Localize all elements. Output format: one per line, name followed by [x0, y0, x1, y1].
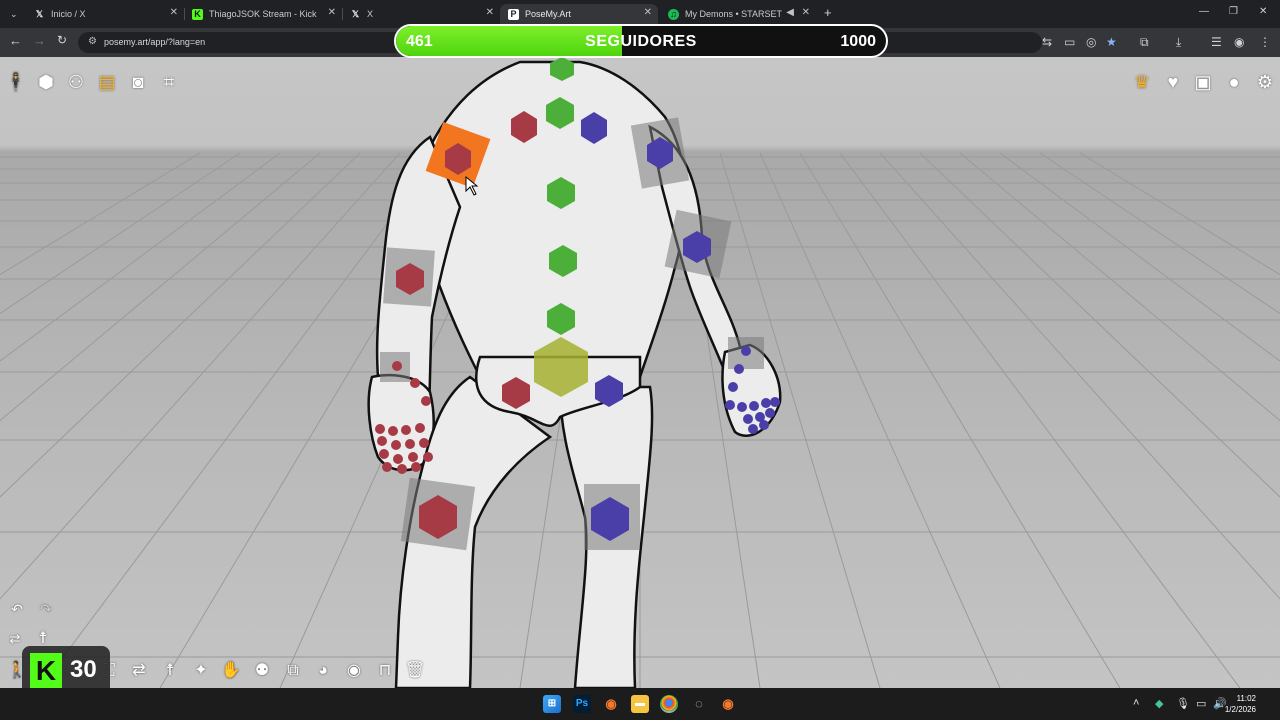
blender-icon[interactable]: ◉ — [602, 695, 620, 713]
extensions-icon[interactable]: ⧉ — [1140, 35, 1149, 50]
windows-start-icon[interactable]: ⊞ — [543, 695, 561, 713]
hide-icon[interactable]: ◎ — [1086, 35, 1096, 49]
follower-goal-label: SEGUIDORES — [585, 33, 697, 50]
figure-icon[interactable]: 🕴 — [3, 71, 29, 93]
kick-counter: 30 — [70, 656, 97, 683]
tab-kick-dashboard[interactable]: K ThiagoJSOK Stream - Kick Dash ✕ — [184, 4, 342, 24]
pose-viewport[interactable]: 🕴 ⬢ ⚇ ▤ ◙ ⌗ ♛ ♥ ▣ ● ⚙ ↶ ↷ ⇄ ☨ 🚶 ⛶ ⇄ ☨ ✦ … — [0, 57, 1280, 688]
close-window-button[interactable]: ✕ — [1259, 6, 1267, 17]
save-icon[interactable]: ▣ — [1190, 71, 1216, 93]
follower-goal-target: 1000 — [840, 33, 876, 50]
trash-icon[interactable]: 🗑 — [402, 659, 428, 683]
x-logo-icon: 𝕏 — [35, 8, 44, 19]
palette-icon[interactable]: ◕ — [310, 659, 336, 683]
kick-pose-icon[interactable]: ✦ — [188, 659, 214, 683]
kick-logo-icon: K — [30, 653, 62, 688]
download-icon[interactable]: ⤓ — [1176, 35, 1181, 50]
photoshop-icon[interactable]: Ps — [573, 695, 591, 713]
forward-button[interactable]: → — [33, 33, 46, 48]
copy-icon[interactable]: ⧉ — [280, 659, 306, 683]
tab-spotify[interactable]: ♫ My Demons • STARSET ◀ ✕ — [660, 4, 816, 24]
reload-button[interactable]: ↻ — [57, 33, 67, 47]
chrome-icon[interactable] — [660, 695, 678, 713]
settings-icon[interactable]: ⚙ — [1252, 71, 1278, 93]
system-clock[interactable]: 11:02 1/2/2026 — [1225, 693, 1256, 715]
eye-icon[interactable]: ◉ — [341, 659, 367, 683]
group-icon[interactable]: ⚉ — [249, 659, 275, 683]
speaker-icon[interactable]: ◀ — [786, 7, 794, 18]
follower-goal-bar: 461 SEGUIDORES 1000 — [394, 24, 888, 58]
translate-icon[interactable]: ⇆ — [1042, 35, 1052, 49]
redo-icon[interactable]: ↷ — [33, 597, 59, 621]
tray-chevron-up-icon[interactable]: ˄ — [1133, 697, 1139, 709]
clock-date: 1/2/2026 — [1224, 705, 1256, 714]
kick-logo-icon: K — [192, 8, 203, 20]
tab-inicio[interactable]: 𝕏 Inicio / X ✕ — [26, 4, 184, 24]
crop-icon[interactable]: ⌗ — [156, 71, 182, 93]
tray-app-icon[interactable]: ◆ — [1155, 697, 1163, 710]
export-file-icon[interactable]: ▤ — [94, 71, 120, 93]
reading-list-icon[interactable]: ☰ — [1211, 35, 1222, 49]
spotify-logo-icon: ♫ — [668, 8, 679, 20]
blender-2-icon[interactable]: ◉ — [719, 695, 737, 713]
close-icon[interactable]: ✕ — [486, 7, 494, 18]
microphone-icon[interactable]: 🎙 — [1176, 697, 1190, 710]
unlock-icon[interactable]: ⊓ — [372, 659, 398, 683]
new-tab-button[interactable]: + — [824, 5, 832, 20]
clock-time: 11:02 — [1236, 694, 1256, 703]
close-icon[interactable]: ✕ — [328, 7, 336, 18]
heart-icon[interactable]: ♥ — [1160, 71, 1186, 93]
back-button[interactable]: ← — [9, 33, 22, 48]
file-explorer-icon[interactable]: ▬ — [631, 695, 649, 713]
close-icon[interactable]: ✕ — [170, 7, 178, 18]
tab-search-button[interactable]: ⌄ — [2, 4, 26, 24]
posemyart-logo-icon: P — [508, 8, 519, 20]
tab-posemyart[interactable]: P PoseMy.Art ✕ — [500, 4, 658, 24]
user-icon[interactable]: ● — [1221, 71, 1247, 93]
x-logo-icon: 𝕏 — [351, 8, 360, 19]
camera-icon[interactable]: ◙ — [125, 71, 151, 93]
cast-icon[interactable]: ▭ — [1064, 35, 1075, 49]
undo-icon[interactable]: ↶ — [4, 597, 30, 621]
network-icon[interactable]: ▭ — [1196, 697, 1206, 710]
crown-icon[interactable]: ♛ — [1129, 71, 1155, 93]
stand-pose-icon[interactable]: ☨ — [157, 659, 183, 683]
maximize-button[interactable]: ❐ — [1229, 6, 1238, 17]
minimize-button[interactable]: — — [1199, 6, 1209, 17]
hand-icon[interactable]: ✋ — [218, 659, 244, 683]
close-icon[interactable]: ✕ — [644, 7, 652, 18]
viewport-canvas[interactable] — [0, 57, 1280, 688]
chevron-down-icon: ⌄ — [10, 8, 18, 19]
kick-stream-overlay: K 30 — [22, 646, 110, 688]
menu-icon[interactable]: ⋮ — [1259, 35, 1271, 49]
windows-taskbar: ⊞ Ps ◉ ▬ ◌ ◉ ˄ ◆ 🎙 ▭ 🔊 11:02 1/2/2026 — [0, 688, 1280, 720]
close-icon[interactable]: ✕ — [802, 7, 810, 18]
obs-icon[interactable]: ◌ — [690, 695, 708, 713]
tab-x[interactable]: 𝕏 X ✕ — [342, 4, 500, 24]
flip-icon[interactable]: ⇄ — [126, 659, 152, 683]
multi-figure-icon[interactable]: ⚇ — [63, 71, 89, 93]
bookmark-star-icon[interactable]: ★ — [1106, 35, 1117, 49]
site-info-icon[interactable]: ⚙ — [88, 36, 97, 47]
profile-icon[interactable]: ◉ — [1234, 35, 1244, 49]
cube-icon[interactable]: ⬢ — [33, 71, 59, 93]
